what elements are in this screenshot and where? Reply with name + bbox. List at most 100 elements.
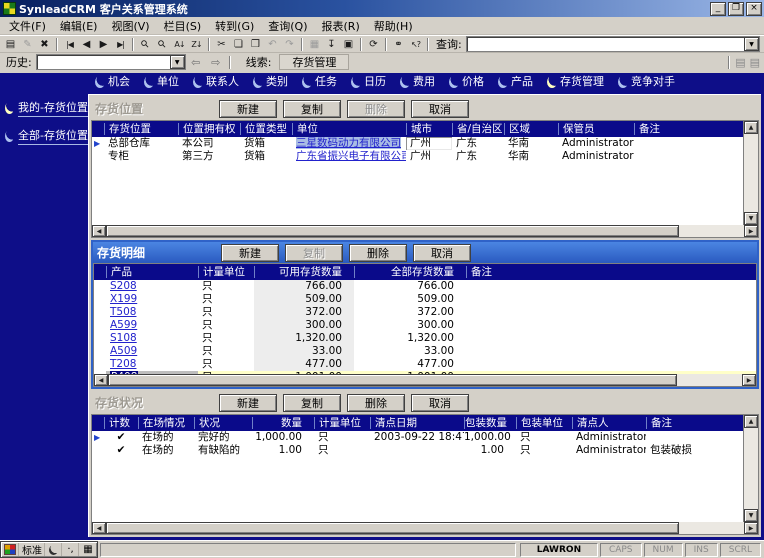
sidebar-item-my-stock-locations[interactable]: 我的-存货位置: [0, 99, 88, 117]
print-icon[interactable]: ▦: [306, 37, 323, 52]
menu-item-5[interactable]: 查询(Q): [261, 16, 314, 36]
tab-存货管理[interactable]: 存货管理: [540, 73, 611, 91]
new-button[interactable]: 新建: [219, 99, 277, 118]
close-button[interactable]: ×: [746, 1, 762, 16]
cell-count-check[interactable]: ✔: [104, 431, 138, 444]
next-record-icon[interactable]: ▶: [95, 37, 112, 52]
column-header[interactable]: 备注: [646, 417, 743, 429]
scrollbar-thumb[interactable]: [106, 522, 679, 534]
query-dropdown-icon[interactable]: ▼: [744, 37, 759, 51]
column-header[interactable]: 包装数量: [464, 417, 516, 429]
record-card-icon[interactable]: ▤: [750, 56, 760, 69]
table-row[interactable]: ▶ 总部仓库 本公司 货箱 三星数码动力有限公司 广州 广东 华南 Admini…: [92, 137, 743, 150]
column-header[interactable]: 城市: [406, 123, 452, 135]
menu-item-1[interactable]: 编辑(E): [53, 16, 105, 36]
prev-record-icon[interactable]: ◀: [78, 37, 95, 52]
forward-icon[interactable]: ⇨: [206, 54, 226, 70]
export-icon[interactable]: ↧: [323, 37, 340, 52]
table-row[interactable]: S208 只 766.00 766.00: [94, 280, 756, 293]
find-icon[interactable]: ⚭: [390, 37, 407, 52]
horizontal-scrollbar[interactable]: ◀ ▶: [93, 374, 757, 387]
scroll-down-icon[interactable]: ▼: [744, 212, 758, 225]
horizontal-scrollbar[interactable]: ◀ ▶: [91, 225, 759, 238]
product-link[interactable]: S108: [110, 332, 137, 344]
scroll-left-icon[interactable]: ◀: [94, 374, 108, 386]
product-link[interactable]: S208: [110, 280, 137, 292]
tab-价格[interactable]: 价格: [442, 73, 491, 91]
new-button[interactable]: 新建: [221, 243, 279, 262]
company-link[interactable]: 三星数码动力有限公司: [296, 137, 401, 149]
copy-icon[interactable]: ❏: [230, 37, 247, 52]
column-header[interactable]: 包装单位: [516, 417, 572, 429]
sort-descending-icon[interactable]: Z↓: [188, 37, 205, 52]
column-header[interactable]: 计量单位: [314, 417, 370, 429]
menu-item-0[interactable]: 文件(F): [2, 16, 53, 36]
query-combobox[interactable]: ▼: [465, 36, 760, 52]
column-header[interactable]: 清点日期: [370, 417, 464, 429]
table-row[interactable]: ▶ ✔ 在场的 完好的 1,000.00 只 2003-09-22 18:47 …: [92, 431, 743, 444]
column-header[interactable]: 数量: [252, 417, 314, 429]
menu-item-7[interactable]: 帮助(H): [367, 16, 420, 36]
restore-button[interactable]: ❐: [728, 1, 744, 16]
table-row[interactable]: X199 只 509.00 509.00: [94, 293, 756, 306]
copy-button[interactable]: 复制: [283, 99, 341, 118]
refresh-icon[interactable]: ⟳: [365, 37, 382, 52]
table-row[interactable]: ✔ 在场的 有缺陷的 1.00 只 1.00 只 Administrator 包…: [92, 444, 743, 457]
product-link[interactable]: A599: [110, 319, 137, 331]
copy-button[interactable]: 复制: [283, 393, 341, 412]
tab-单位[interactable]: 单位: [137, 73, 186, 91]
cell-city-editor[interactable]: 广州: [406, 137, 452, 150]
ime-logo-icon[interactable]: [2, 543, 19, 556]
column-header[interactable]: 全部存货数量: [354, 266, 466, 278]
edit-record-icon[interactable]: ✎: [19, 37, 36, 52]
table-row[interactable]: A599 只 300.00 300.00: [94, 319, 756, 332]
column-header[interactable]: 备注: [466, 266, 756, 278]
ime-mode-label[interactable]: 标准: [20, 543, 45, 557]
ime-punctuation-icon[interactable]: ·,: [63, 543, 79, 556]
tab-费用[interactable]: 费用: [393, 73, 442, 91]
table-row[interactable]: A509 只 33.00 33.00: [94, 345, 756, 358]
column-header[interactable]: 存货位置: [104, 123, 178, 135]
column-header[interactable]: 区域: [504, 123, 558, 135]
column-header[interactable]: 省/自治区: [452, 123, 504, 135]
tab-竞争对手[interactable]: 竞争对手: [611, 73, 682, 91]
column-header[interactable]: 清点人: [572, 417, 646, 429]
scroll-right-icon[interactable]: ▶: [742, 374, 756, 386]
vertical-scrollbar[interactable]: ▲ ▼: [743, 121, 758, 225]
tab-类别[interactable]: 类别: [246, 73, 295, 91]
cell-count-check[interactable]: ✔: [104, 444, 138, 457]
new-record-icon[interactable]: ▤: [2, 37, 19, 52]
delete-button[interactable]: 删除: [349, 243, 407, 262]
print-preview-icon[interactable]: ▣: [340, 37, 357, 52]
scrollbar-thumb[interactable]: [106, 225, 679, 237]
column-header[interactable]: 保管员: [558, 123, 634, 135]
tab-产品[interactable]: 产品: [491, 73, 540, 91]
company-link[interactable]: 广东省振兴电子有限公司: [296, 150, 406, 162]
minimize-button[interactable]: _: [710, 1, 726, 16]
sidebar-item-all-stock-locations[interactable]: 全部-存货位置: [0, 127, 88, 145]
tab-日历[interactable]: 日历: [344, 73, 393, 91]
column-header[interactable]: 计数: [104, 417, 138, 429]
paste-icon[interactable]: ❒: [247, 37, 264, 52]
menu-item-4[interactable]: 转到(G): [208, 16, 261, 36]
last-record-icon[interactable]: ▶|: [112, 37, 129, 52]
scroll-right-icon[interactable]: ▶: [744, 225, 758, 237]
undo-icon[interactable]: ↶: [264, 37, 281, 52]
product-link[interactable]: X199: [110, 293, 137, 305]
column-header[interactable]: 状况: [194, 417, 252, 429]
scroll-right-icon[interactable]: ▶: [744, 522, 758, 534]
record-card-icon[interactable]: ▤: [735, 56, 745, 69]
new-button[interactable]: 新建: [219, 393, 277, 412]
tab-联系人[interactable]: 联系人: [186, 73, 246, 91]
help-pointer-icon[interactable]: ↖?: [407, 37, 424, 52]
menu-item-3[interactable]: 栏目(S): [157, 16, 209, 36]
product-link[interactable]: A509: [110, 345, 137, 357]
column-header[interactable]: 可用存货数量: [254, 266, 354, 278]
scroll-up-icon[interactable]: ▲: [744, 121, 758, 134]
column-header[interactable]: 在场情况: [138, 417, 194, 429]
column-header[interactable]: 位置拥有权: [178, 123, 240, 135]
vertical-scrollbar[interactable]: ▲ ▼: [743, 415, 758, 522]
redo-icon[interactable]: ↷: [281, 37, 298, 52]
delete-record-icon[interactable]: ✖: [36, 37, 53, 52]
table-row[interactable]: S108 只 1,320.00 1,320.00: [94, 332, 756, 345]
